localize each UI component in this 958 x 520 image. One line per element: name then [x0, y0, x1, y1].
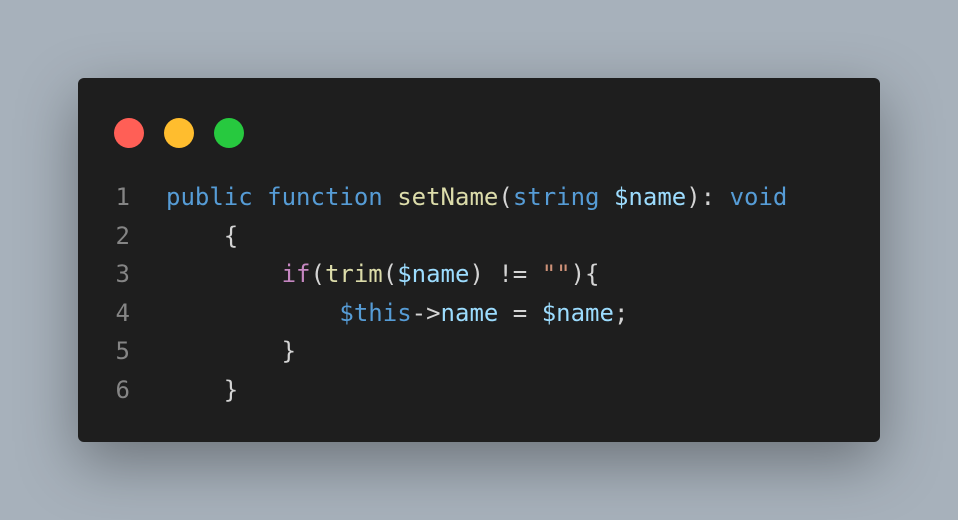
- code-token: "": [541, 260, 571, 288]
- code-line: 2 {: [78, 217, 880, 256]
- code-token: }: [223, 375, 239, 404]
- code-block: 1 public function setName(string $name): …: [78, 178, 880, 409]
- code-token: ):: [686, 183, 730, 211]
- code-token: ) !=: [469, 260, 542, 288]
- line-number: 6: [115, 375, 130, 404]
- line-number: 1: [115, 183, 130, 211]
- line-number: 3: [115, 260, 130, 288]
- code-token: $name: [541, 298, 614, 327]
- minimize-dot[interactable]: [164, 118, 194, 148]
- code-token: {: [223, 221, 239, 250]
- code-token: (: [498, 183, 513, 211]
- code-token: ;: [613, 298, 629, 327]
- code-window: 1 public function setName(string $name): …: [78, 78, 880, 442]
- code-token: (: [310, 260, 325, 288]
- code-line: 3 if(trim($name) != ""){: [78, 255, 880, 294]
- line-content: {: [166, 217, 238, 256]
- close-dot[interactable]: [114, 118, 144, 148]
- line-number: 2: [115, 221, 130, 250]
- code-token: $name: [613, 183, 687, 211]
- line-content: if(trim($name) != ""){: [166, 255, 600, 294]
- code-token: name: [440, 298, 499, 327]
- line-content: $this->name = $name;: [166, 294, 628, 333]
- code-token: string: [512, 183, 600, 211]
- maximize-dot[interactable]: [214, 118, 244, 148]
- line-number: 5: [115, 337, 130, 365]
- line-content: }: [166, 371, 238, 410]
- line-content: }: [166, 332, 296, 371]
- code-line: 5 }: [78, 332, 880, 371]
- code-line: 1 public function setName(string $name): …: [78, 178, 880, 217]
- code-token: (: [382, 260, 398, 288]
- code-token: $this: [339, 298, 412, 327]
- line-content: public function setName(string $name): v…: [166, 178, 787, 217]
- code-token: ->: [411, 298, 441, 327]
- code-line: 6 }: [78, 371, 880, 410]
- code-token: =: [498, 298, 542, 327]
- window-controls: [114, 118, 244, 148]
- line-number: 4: [115, 298, 130, 327]
- code-token: setName: [397, 183, 499, 211]
- code-token: function: [267, 183, 383, 211]
- code-token: public: [166, 183, 253, 211]
- code-token: $name: [397, 260, 470, 288]
- code-token: trim: [324, 260, 383, 288]
- code-token: void: [729, 183, 788, 211]
- code-token: }: [281, 337, 297, 365]
- code-token: if: [281, 260, 311, 288]
- code-token: ){: [570, 260, 600, 288]
- code-line: 4 $this->name = $name;: [78, 294, 880, 333]
